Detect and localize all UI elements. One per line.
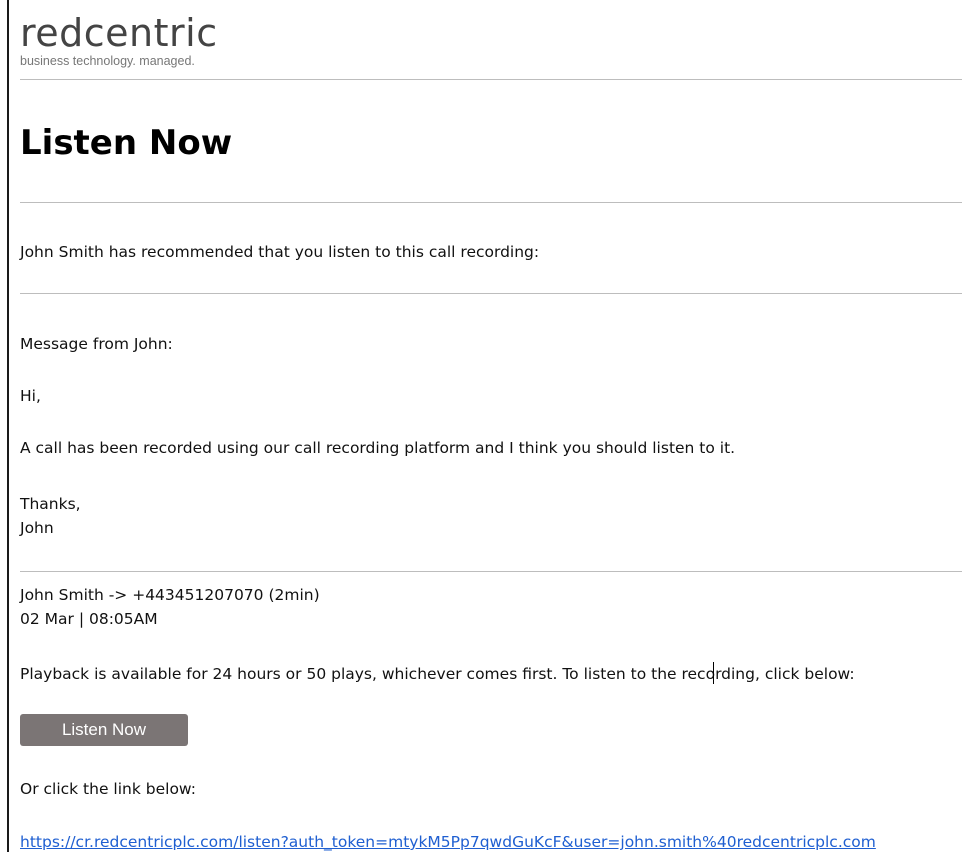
divider <box>20 293 962 294</box>
playback-note: Playback is available for 24 hours or 50… <box>20 665 855 683</box>
message-greeting: Hi, <box>20 387 41 405</box>
text-cursor <box>713 662 714 684</box>
logo-tagline: business technology. managed. <box>20 54 195 68</box>
divider <box>20 202 962 203</box>
message-header: Message from John: <box>20 335 173 353</box>
logo-wordmark: redcentric <box>20 11 218 55</box>
message-signoff: Thanks, <box>20 495 81 513</box>
redcentric-logo: redcentric business technology. managed. <box>20 12 218 68</box>
call-summary: John Smith -> +443451207070 (2min) <box>20 586 320 604</box>
divider <box>20 79 962 80</box>
message-signature: John <box>20 519 54 537</box>
recording-link[interactable]: https://cr.redcentricplc.com/listen?auth… <box>20 832 876 852</box>
call-datetime: 02 Mar | 08:05AM <box>20 610 158 628</box>
recommendation-text: John Smith has recommended that you list… <box>20 243 540 261</box>
link-intro-text: Or click the link below: <box>20 780 196 798</box>
listen-now-button[interactable]: Listen Now <box>20 714 188 746</box>
message-body: A call has been recorded using our call … <box>20 439 736 457</box>
page-title: Listen Now <box>20 123 233 163</box>
email-body: redcentric business technology. managed.… <box>7 0 962 852</box>
divider <box>20 571 962 572</box>
